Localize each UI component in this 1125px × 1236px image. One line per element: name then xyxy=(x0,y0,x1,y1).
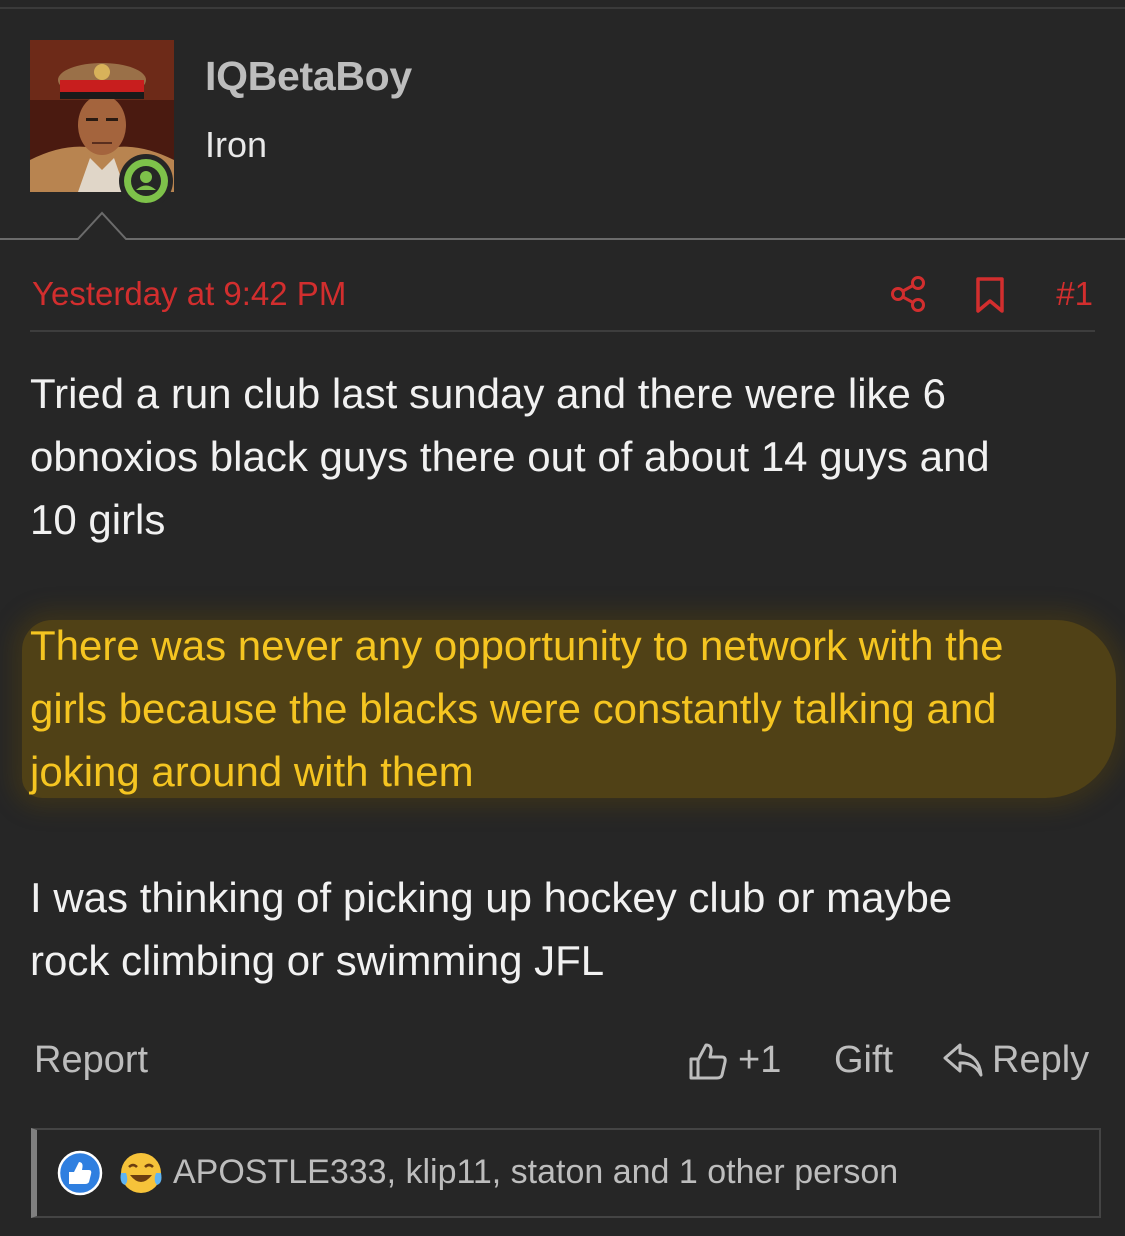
post-meta-bar: Yesterday at 9:42 PM #1 xyxy=(30,270,1095,332)
share-icon[interactable] xyxy=(888,274,928,314)
user-rank-title: Iron xyxy=(205,124,268,165)
online-status-badge xyxy=(119,154,173,208)
post-text-line: rock climbing or swimming JFL xyxy=(30,937,605,984)
reply-arrow-icon xyxy=(943,1043,983,1077)
post-text-line: Tried a run club last sunday and there w… xyxy=(30,370,946,417)
username-link[interactable]: IQBetaBoy xyxy=(205,53,412,100)
online-user-icon xyxy=(131,166,161,196)
reply-label: Reply xyxy=(992,1039,1090,1081)
post-text-line: obnoxios black guys there out of about 1… xyxy=(30,433,990,480)
highlighted-text-line: joking around with them xyxy=(30,748,474,795)
post-body: Tried a run club last sunday and there w… xyxy=(30,362,1105,992)
like-count: +1 xyxy=(738,1039,782,1081)
highlighted-text-line: girls because the blacks were constantly… xyxy=(30,685,997,732)
author-post-divider xyxy=(0,211,1125,240)
bookmark-icon[interactable] xyxy=(972,276,1008,314)
reaction-users-link[interactable]: APOSTLE333, klip11, staton and 1 other p… xyxy=(173,1153,898,1192)
gift-button[interactable]: Gift xyxy=(834,1039,893,1082)
laughing-crying-reaction-icon xyxy=(120,1153,162,1193)
post-text-line: I was thinking of picking up hockey club… xyxy=(30,874,953,921)
highlighted-text-line: There was never any opportunity to netwo… xyxy=(30,622,1004,669)
post-text-line: 10 girls xyxy=(30,496,166,543)
post-actions-bar: Report +1 Gift Reply xyxy=(0,1030,1125,1090)
like-reaction-icon xyxy=(57,1150,103,1196)
thumbs-up-icon xyxy=(689,1043,727,1080)
post-author-block: IQBetaBoy Iron xyxy=(0,9,1125,239)
report-link[interactable]: Report xyxy=(34,1039,148,1082)
reactions-bar[interactable]: APOSTLE333, klip11, staton and 1 other p… xyxy=(31,1128,1101,1218)
post-number-link[interactable]: #1 xyxy=(1056,275,1093,313)
reply-button[interactable]: Reply xyxy=(942,1036,1102,1084)
post-timestamp[interactable]: Yesterday at 9:42 PM xyxy=(32,275,346,313)
